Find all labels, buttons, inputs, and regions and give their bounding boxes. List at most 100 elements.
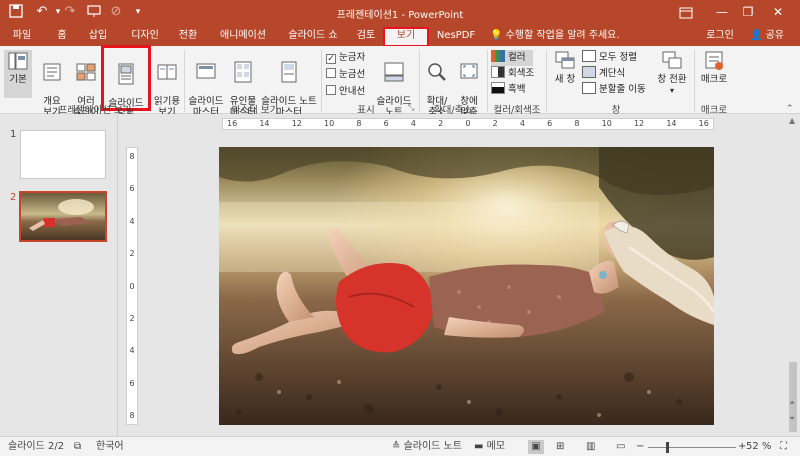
notes-status-button[interactable]: ≙ 슬라이드 노트 — [392, 440, 462, 454]
group-separator — [694, 50, 695, 112]
grayscale-button[interactable]: 회색조 — [491, 66, 534, 82]
outline-view-button[interactable]: 개요 보기 — [38, 50, 66, 118]
tab-home[interactable]: 홈 — [50, 28, 74, 46]
tab-view[interactable]: 보기 — [383, 27, 429, 47]
switch-windows-button[interactable]: 창 전환 ▾ — [654, 50, 690, 98]
scroll-up-icon[interactable]: ▲ — [789, 116, 795, 125]
slideshow-status-icon[interactable]: ▭ — [616, 440, 625, 454]
close-button[interactable]: ✕ — [756, 0, 800, 25]
zoom-button[interactable]: 확대/ 축소 — [422, 50, 452, 118]
new-window-button[interactable]: 새 창 — [550, 50, 580, 98]
tab-slideshow[interactable]: 슬라이드 쇼 — [282, 28, 344, 46]
ruler-label: 눈금자 — [339, 52, 366, 63]
slide-sorter-button[interactable]: 여러 슬라이드 — [70, 50, 102, 129]
next-slide-icon[interactable]: ⏷ — [789, 414, 795, 424]
normal-view-icon — [8, 52, 28, 70]
gridlines-label: 눈금선 — [339, 69, 366, 80]
comments-status-button[interactable]: ▬ 메모 — [474, 440, 505, 454]
normal-view-status-icon[interactable]: ▣ — [528, 440, 544, 454]
ruler-tick-label: 14 — [259, 119, 270, 128]
show-dialog-launcher-icon[interactable]: ⤡ — [408, 103, 414, 113]
ruler-checkbox[interactable]: ✓ 눈금자 — [326, 51, 365, 67]
color-button[interactable]: 컬러 — [491, 50, 533, 66]
normal-view-label: 기본 — [9, 74, 27, 85]
cascade-icon — [582, 66, 596, 78]
slide-sorter-status-icon[interactable]: ⊞ — [556, 440, 564, 454]
group-separator — [419, 50, 420, 112]
tab-nespdf[interactable]: NesPDF — [434, 28, 478, 46]
gridlines-checkbox[interactable]: 눈금선 — [326, 68, 365, 84]
slide-thumbnail-1[interactable] — [20, 130, 106, 179]
cascade-button[interactable]: 계단식 — [582, 66, 625, 82]
vertical-scrollbar[interactable]: ▲ ⏶ ⏷ — [786, 114, 800, 436]
ruler-checkbox-box: ✓ — [326, 54, 336, 64]
zoom-level[interactable]: 52 % — [746, 440, 771, 454]
ruler-tick-label: 4 — [410, 119, 416, 128]
fit-slide-icon[interactable]: ⛶ — [780, 440, 787, 454]
group-separator — [321, 50, 322, 112]
grayscale-label: 회색조 — [508, 68, 535, 79]
reading-view-button[interactable]: 읽기용 보기 — [152, 50, 182, 118]
collapse-ribbon-icon[interactable]: ⌃ — [786, 104, 794, 114]
language-indicator[interactable]: 한국어 — [96, 440, 124, 454]
arrange-all-icon — [582, 50, 596, 62]
ruler-tick-label: 12 — [291, 119, 302, 128]
ruler-tick-label: 6 — [547, 119, 553, 128]
tell-me-box[interactable]: 💡 수행할 작업을 알려 주세요. — [490, 28, 640, 46]
sign-in-link[interactable]: 로그인 — [704, 28, 736, 46]
tab-animations[interactable]: 애니메이션 — [214, 28, 272, 46]
switch-windows-label: 창 전환 — [657, 74, 687, 85]
vertical-ruler: 8 6 4 2 0 2 4 6 8 — [126, 147, 138, 425]
slide-counter: 슬라이드 2/2 — [8, 441, 65, 452]
black-white-button[interactable]: 흑백 — [491, 82, 525, 98]
thumbnail-number: 1 — [10, 129, 17, 140]
ruler-tick-label: 16 — [227, 119, 238, 128]
macros-label: 매크로 — [700, 74, 728, 85]
spelling-check-icon[interactable]: ⧉ — [74, 440, 81, 454]
prev-slide-icon[interactable]: ⏶ — [789, 398, 795, 408]
zoom-slider-track[interactable] — [648, 447, 736, 448]
notes-master-button[interactable]: 슬라이드 노트 마스터 — [260, 50, 318, 118]
ruler-tick-label: 6 — [383, 119, 389, 128]
slide-thumbnail-2[interactable] — [19, 191, 107, 242]
ribbon-view: 기본 개요 보기 여러 슬라이드 슬라이드 노트 읽기용 보기 프레젠테이션 보… — [0, 45, 800, 129]
ruler-tick-label: 4 — [519, 119, 525, 128]
handout-master-icon — [234, 61, 252, 83]
horizontal-ruler: 16 14 12 10 8 6 4 2 0 2 4 6 8 10 12 14 16 — [222, 118, 714, 130]
notes-toggle-button[interactable]: 슬라이드 노트 — [372, 50, 416, 118]
slide-master-icon — [196, 63, 216, 79]
slide-canvas[interactable] — [219, 147, 714, 425]
group-separator — [546, 50, 547, 112]
zoom-out-icon[interactable]: − — [636, 440, 644, 454]
slide-photo — [219, 147, 714, 425]
new-window-icon — [555, 51, 575, 69]
slide-thumbnails-pane: 1 2 — [0, 114, 118, 436]
ruler-tick-label: 16 — [698, 119, 709, 128]
ruler-ticks: 16 14 12 10 8 6 4 2 0 2 4 6 8 10 12 14 16 — [223, 119, 713, 129]
normal-view-button[interactable]: 기본 — [4, 50, 32, 98]
ruler-tick-label: 12 — [633, 119, 645, 128]
arrange-all-label: 모두 정렬 — [599, 52, 637, 63]
reading-view-status-icon[interactable]: ▥ — [586, 440, 595, 454]
powerpoint-window: ↶ ▾ ↷ ⊘ ▾ 프레젠테이션1 - PowerPoint — ❐ ✕ 파일 … — [0, 0, 800, 456]
tab-design[interactable]: 디자인 — [124, 28, 166, 46]
fit-to-window-button[interactable]: 창에 맞춤 — [454, 50, 484, 118]
comments-status-label: 메모 — [486, 441, 506, 452]
notes-master-icon — [281, 61, 297, 83]
zoom-slider-thumb[interactable] — [666, 442, 669, 453]
handout-master-button[interactable]: 유인물 마스터 — [226, 50, 260, 118]
ruler-tick-label: 10 — [324, 119, 335, 128]
share-button[interactable]: 👤 공유 — [744, 28, 790, 46]
guides-checkbox[interactable]: 안내선 — [326, 85, 365, 101]
arrange-all-button[interactable]: 모두 정렬 — [582, 50, 637, 66]
move-split-button[interactable]: 분할줄 이동 — [582, 82, 646, 98]
tab-insert[interactable]: 삽입 — [82, 28, 114, 46]
tab-review[interactable]: 검토 — [352, 28, 380, 46]
ribbon-tabs: 파일 홈 삽입 디자인 전환 애니메이션 슬라이드 쇼 검토 보기 NesPDF… — [0, 25, 800, 47]
color-swatch-icon — [491, 50, 505, 62]
comment-icon: ▬ — [474, 441, 484, 452]
tab-file[interactable]: 파일 — [6, 28, 38, 46]
tab-transitions[interactable]: 전환 — [172, 28, 204, 46]
macros-button[interactable]: 매크로 — [698, 50, 730, 98]
slide-master-button[interactable]: 슬라이드 마스터 — [188, 50, 224, 118]
